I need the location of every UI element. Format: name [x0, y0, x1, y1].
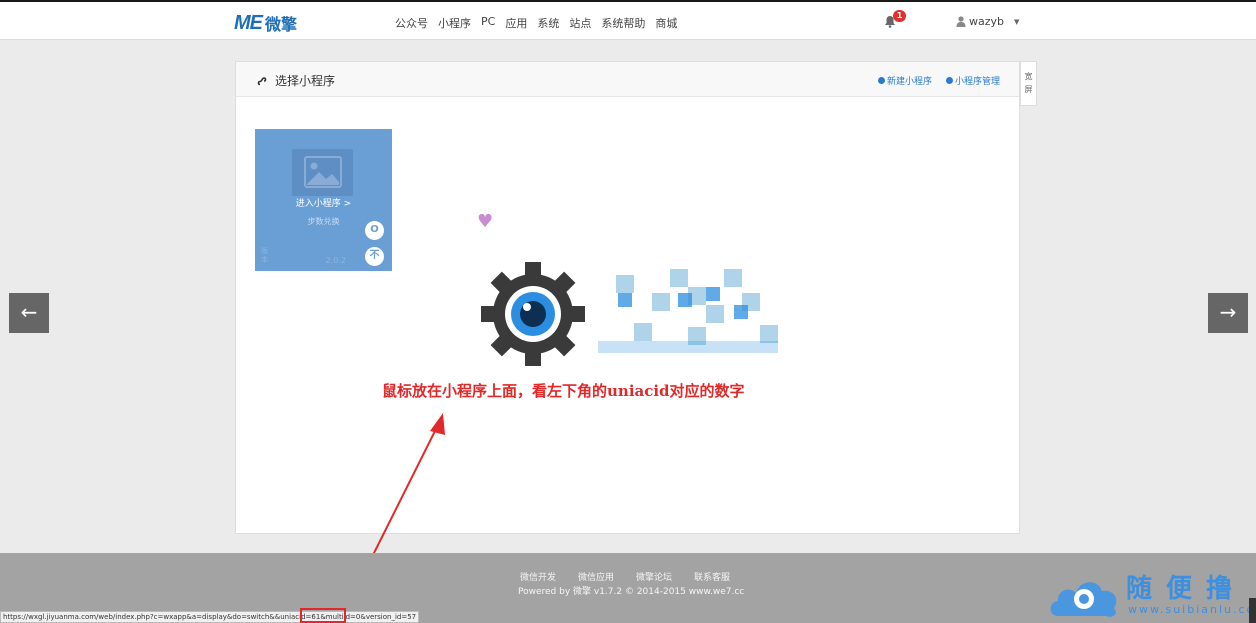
watermark-text: 随便撸 [1126, 574, 1247, 604]
top-navbar: ME 微擎 公众号 小程序 PC 应用 系统 站点 系统帮助 商城 1 wazy… [0, 0, 1256, 40]
chevron-down-icon: ▼ [1014, 17, 1020, 26]
footer-link-forum[interactable]: 微擎论坛 [636, 570, 672, 583]
annotation-text: 鼠标放在小程序上面，看左下角的uniacid对应的数字 [382, 382, 745, 400]
new-wxapp-link[interactable]: 新建小程序 [877, 74, 932, 87]
logo-text: 微擎 [265, 15, 298, 34]
footer-link-dev[interactable]: 微信开发 [520, 570, 556, 583]
panel-title: 选择小程序 [257, 72, 335, 89]
blurred-brand-text [598, 269, 778, 353]
gear-logo-icon [481, 262, 585, 366]
watermark: 随便撸 www.suibianlu.com [1048, 566, 1256, 623]
prev-arrow-button[interactable]: ← [9, 293, 49, 333]
watermark-url: www.suibianlu.com [1128, 603, 1256, 616]
nav-item-xiaochengxu[interactable]: 小程序 [438, 15, 471, 31]
cloud-logo-icon [1050, 582, 1117, 617]
nav-item-help[interactable]: 系统帮助 [601, 15, 645, 31]
heart-icon: ♥ [477, 211, 494, 232]
wxapp-icon [257, 76, 267, 85]
widescreen-toggle[interactable]: 宽屏 [1020, 61, 1037, 106]
panel-actions: 新建小程序 小程序管理 [877, 74, 1000, 87]
uniacid-highlight-box [300, 608, 346, 623]
nav-item-store[interactable]: 商城 [655, 15, 677, 31]
nav-item-system[interactable]: 系统 [537, 15, 559, 31]
image-placeholder-icon [292, 149, 353, 196]
footer-link-support[interactable]: 联系客服 [694, 570, 730, 583]
footer-links: 微信开发 微信应用 微擎论坛 联系客服 [520, 570, 752, 583]
manage-wxapp-label: 小程序管理 [954, 77, 1000, 87]
pin-button[interactable]: 不 [365, 247, 384, 266]
nav-item-apps[interactable]: 应用 [505, 15, 527, 31]
wxapp-version: 2.0.2 [325, 256, 346, 265]
browser-status-url: https://wxgl.jiyuanma.com/web/index.php?… [0, 611, 420, 623]
panel-header: 选择小程序 新建小程序 小程序管理 [236, 62, 1019, 97]
footer-link-apps[interactable]: 微信应用 [578, 570, 614, 583]
user-icon [956, 16, 966, 27]
nav-item-gongzhonghao[interactable]: 公众号 [395, 15, 428, 31]
chevron-right-icon: > [343, 199, 352, 209]
nav-item-site[interactable]: 站点 [569, 15, 591, 31]
new-wxapp-label: 新建小程序 [886, 77, 932, 87]
enter-wxapp-text: 进入小程序 [295, 199, 341, 209]
username: wazyb [969, 15, 1005, 28]
manage-wxapp-link[interactable]: 小程序管理 [945, 74, 1000, 87]
list-circle-icon [945, 77, 953, 84]
main-nav: 公众号 小程序 PC 应用 系统 站点 系统帮助 商城 [395, 15, 687, 31]
next-arrow-button[interactable]: → [1208, 293, 1248, 333]
nav-item-pc[interactable]: PC [481, 15, 495, 31]
edge-handle [1249, 598, 1256, 623]
wxapp-card[interactable]: 进入小程序 > 步数兑换 O 不 版本 2.0.2 [255, 129, 392, 271]
logo[interactable]: ME 微擎 [234, 11, 297, 35]
footer-copyright: Powered by 微擎 v1.7.2 © 2014-2015 www.we7… [518, 587, 745, 597]
plus-circle-icon [877, 77, 885, 84]
logo-mark: ME [234, 11, 263, 34]
set-default-button[interactable]: O [365, 221, 384, 240]
enter-wxapp-label[interactable]: 进入小程序 > [255, 196, 392, 209]
version-corner-label: 版本 [261, 247, 268, 264]
panel-title-text: 选择小程序 [275, 74, 336, 88]
notification-badge: 1 [893, 10, 906, 22]
user-menu[interactable]: wazyb ▼ [956, 15, 1019, 28]
